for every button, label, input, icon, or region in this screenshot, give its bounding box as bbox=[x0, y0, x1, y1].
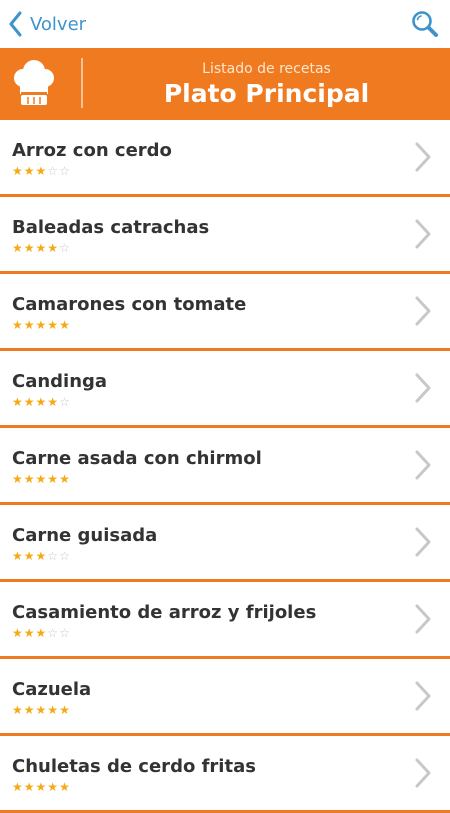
star-rating: ★★★☆☆ bbox=[12, 627, 71, 639]
star-filled-icon: ★ bbox=[12, 703, 24, 717]
star-filled-icon: ★ bbox=[35, 549, 48, 563]
recipe-name: Baleadas catrachas bbox=[12, 217, 210, 238]
recipe-name: Candinga bbox=[12, 371, 108, 392]
page-title: Plato Principal bbox=[163, 79, 370, 108]
header-subtitle: Listado de recetas bbox=[202, 61, 331, 77]
star-filled-icon: ★ bbox=[23, 241, 36, 255]
star-filled-icon: ★ bbox=[47, 395, 60, 409]
back-label: Volver bbox=[30, 13, 87, 35]
star-empty-icon: ☆ bbox=[59, 549, 71, 563]
recipe-name: Casamiento de arroz y frijoles bbox=[12, 602, 317, 623]
chevron-right-icon bbox=[414, 603, 432, 635]
star-empty-icon: ☆ bbox=[59, 626, 71, 640]
recipe-name: Chuletas de cerdo fritas bbox=[12, 756, 256, 777]
star-filled-icon: ★ bbox=[47, 703, 60, 717]
recipe-row[interactable]: Cazuela ★★★★★ bbox=[0, 659, 450, 736]
search-icon bbox=[410, 11, 440, 43]
star-filled-icon: ★ bbox=[47, 241, 60, 255]
star-filled-icon: ★ bbox=[59, 703, 71, 717]
recipe-name: Carne guisada bbox=[12, 525, 158, 546]
star-filled-icon: ★ bbox=[47, 318, 60, 332]
star-filled-icon: ★ bbox=[35, 472, 48, 486]
chevron-right-icon bbox=[414, 526, 432, 558]
star-filled-icon: ★ bbox=[12, 549, 24, 563]
chevron-right-icon bbox=[414, 141, 432, 173]
star-filled-icon: ★ bbox=[35, 780, 48, 794]
star-empty-icon: ☆ bbox=[47, 549, 60, 563]
chevron-right-icon bbox=[414, 757, 432, 789]
star-filled-icon: ★ bbox=[47, 780, 60, 794]
star-filled-icon: ★ bbox=[12, 395, 24, 409]
star-rating: ★★★★★ bbox=[12, 781, 71, 793]
recipe-row[interactable]: Candinga ★★★★☆ bbox=[0, 351, 450, 428]
star-filled-icon: ★ bbox=[12, 780, 24, 794]
star-rating: ★★★★☆ bbox=[12, 396, 71, 408]
star-empty-icon: ☆ bbox=[59, 395, 71, 409]
recipe-list: Arroz con cerdo ★★★☆☆ Baleadas catrachas ★★… bbox=[0, 120, 450, 813]
star-filled-icon: ★ bbox=[12, 472, 24, 486]
star-filled-icon: ★ bbox=[23, 549, 36, 563]
star-filled-icon: ★ bbox=[35, 703, 48, 717]
chevron-right-icon bbox=[414, 372, 432, 404]
chevron-right-icon bbox=[414, 449, 432, 481]
star-filled-icon: ★ bbox=[59, 472, 71, 486]
star-filled-icon: ★ bbox=[23, 395, 36, 409]
recipe-row[interactable]: Arroz con cerdo ★★★☆☆ bbox=[0, 120, 450, 197]
recipe-name: Cazuela bbox=[12, 679, 92, 700]
star-filled-icon: ★ bbox=[12, 241, 24, 255]
star-empty-icon: ☆ bbox=[59, 164, 71, 178]
star-rating: ★★★★★ bbox=[12, 473, 71, 485]
recipe-row[interactable]: Camarones con tomate ★★★★★ bbox=[0, 274, 450, 351]
recipe-row[interactable]: Carne guisada ★★★☆☆ bbox=[0, 505, 450, 582]
recipe-row[interactable]: Baleadas catrachas ★★★★☆ bbox=[0, 197, 450, 274]
star-filled-icon: ★ bbox=[59, 780, 71, 794]
star-filled-icon: ★ bbox=[47, 472, 60, 486]
star-filled-icon: ★ bbox=[23, 626, 36, 640]
chevron-right-icon bbox=[414, 218, 432, 250]
star-rating: ★★★☆☆ bbox=[12, 550, 71, 562]
star-filled-icon: ★ bbox=[35, 241, 48, 255]
star-empty-icon: ☆ bbox=[59, 241, 71, 255]
star-filled-icon: ★ bbox=[23, 780, 36, 794]
top-bar: Volver bbox=[0, 0, 450, 48]
star-rating: ★★★★★ bbox=[12, 319, 71, 331]
recipe-row[interactable]: Carne asada con chirmol ★★★★★ bbox=[0, 428, 450, 505]
recipe-name: Arroz con cerdo bbox=[12, 140, 172, 161]
star-filled-icon: ★ bbox=[23, 703, 36, 717]
star-filled-icon: ★ bbox=[12, 318, 24, 332]
back-button[interactable]: Volver bbox=[8, 9, 86, 39]
star-rating: ★★★☆☆ bbox=[12, 165, 71, 177]
recipe-row[interactable]: Casamiento de arroz y frijoles ★★★☆☆ bbox=[0, 582, 450, 659]
recipe-name: Camarones con tomate bbox=[12, 294, 247, 315]
star-empty-icon: ☆ bbox=[47, 626, 60, 640]
star-filled-icon: ★ bbox=[23, 472, 36, 486]
star-empty-icon: ☆ bbox=[47, 164, 60, 178]
recipe-row[interactable]: Chuletas de cerdo fritas ★★★★★ bbox=[0, 736, 450, 813]
chevron-right-icon bbox=[414, 295, 432, 327]
star-filled-icon: ★ bbox=[35, 395, 48, 409]
recipe-name: Carne asada con chirmol bbox=[12, 448, 262, 469]
star-filled-icon: ★ bbox=[12, 626, 24, 640]
star-rating: ★★★★☆ bbox=[12, 242, 71, 254]
star-filled-icon: ★ bbox=[35, 318, 48, 332]
star-filled-icon: ★ bbox=[23, 318, 36, 332]
star-filled-icon: ★ bbox=[23, 164, 36, 178]
star-filled-icon: ★ bbox=[35, 164, 48, 178]
star-filled-icon: ★ bbox=[35, 626, 48, 640]
chef-hat-icon bbox=[11, 56, 57, 112]
star-rating: ★★★★★ bbox=[12, 704, 71, 716]
chevron-left-icon bbox=[8, 11, 22, 37]
category-header: Listado de recetas Plato Principal bbox=[0, 48, 450, 120]
star-filled-icon: ★ bbox=[12, 164, 24, 178]
star-filled-icon: ★ bbox=[59, 318, 71, 332]
chevron-right-icon bbox=[414, 680, 432, 712]
search-button[interactable] bbox=[410, 9, 440, 39]
